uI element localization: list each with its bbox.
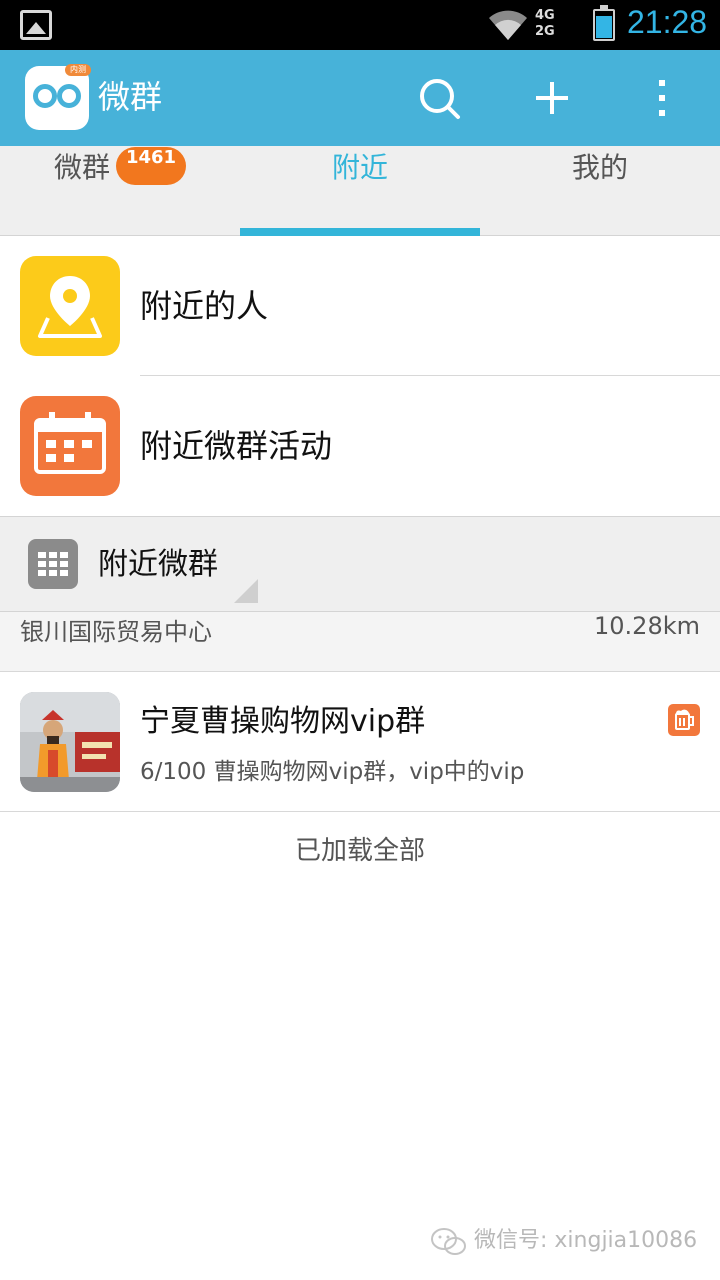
section-title: 附近微群 <box>98 547 218 582</box>
image-notification-icon <box>20 10 52 40</box>
network-4g-label: 4G <box>535 8 555 23</box>
group-avatar <box>20 692 120 792</box>
logo-bubble-left <box>33 84 57 108</box>
group-description: 6/100 曹操购物网vip群，vip中的vip <box>140 759 525 785</box>
tab-mine[interactable]: 我的 <box>480 146 720 236</box>
action-bar: 内测 微群 <box>0 50 720 146</box>
tab-indicator <box>240 228 480 236</box>
logo-beta-badge: 内测 <box>65 64 91 76</box>
load-status: 已加载全部 <box>294 836 425 866</box>
logo-bubble-right <box>57 84 81 108</box>
tab-nearby[interactable]: 附近 <box>240 146 480 236</box>
nearby-activities-item[interactable]: 附近微群活动 <box>0 376 720 516</box>
tab-bar: 微群 1461 附近 我的 <box>0 146 720 236</box>
overflow-menu-icon[interactable] <box>634 70 690 126</box>
network-2g-label: 2G <box>535 24 555 39</box>
tab-mine-label: 我的 <box>571 151 628 184</box>
app-logo[interactable]: 内测 <box>25 64 91 130</box>
wifi-icon <box>489 10 527 40</box>
add-icon[interactable] <box>524 70 580 126</box>
network-indicator: 4G 2G <box>535 8 577 42</box>
wechat-logo-icon <box>431 1228 466 1255</box>
list-item[interactable]: 宁夏曹操购物网vip群 6/100 曹操购物网vip群，vip中的vip <box>0 672 720 812</box>
battery-icon <box>593 5 615 41</box>
location-row: 银川国际贸易中心 10.28km <box>0 612 720 672</box>
watermark: 微信号: xingjia10086 <box>430 1222 700 1262</box>
group-name: 宁夏曹操购物网vip群 <box>140 704 426 739</box>
tab-groups-label: 微群 <box>53 151 110 184</box>
nearby-groups-header[interactable]: 附近微群 <box>0 516 720 612</box>
watermark-text: 微信号: xingjia10086 <box>474 1228 698 1253</box>
location-distance: 10.28km <box>594 612 700 640</box>
beer-icon <box>668 704 700 736</box>
calendar-icon <box>20 396 120 496</box>
nearby-people-label: 附近的人 <box>140 287 269 325</box>
nearby-people-item[interactable]: 附近的人 <box>0 236 720 376</box>
status-bar: 4G 2G 21:28 <box>0 0 720 50</box>
grid-icon <box>28 539 78 589</box>
search-icon[interactable] <box>411 70 467 126</box>
tab-nearby-label: 附近 <box>331 151 388 184</box>
dropdown-indicator-icon <box>234 579 258 603</box>
tab-groups[interactable]: 微群 1461 <box>0 146 240 236</box>
map-pin-icon <box>20 256 120 356</box>
location-name: 银川国际贸易中心 <box>20 618 212 646</box>
nearby-activities-label: 附近微群活动 <box>140 427 333 465</box>
status-time: 21:28 <box>627 4 708 40</box>
app-title: 微群 <box>98 78 163 116</box>
unread-count-badge: 1461 <box>115 147 187 185</box>
